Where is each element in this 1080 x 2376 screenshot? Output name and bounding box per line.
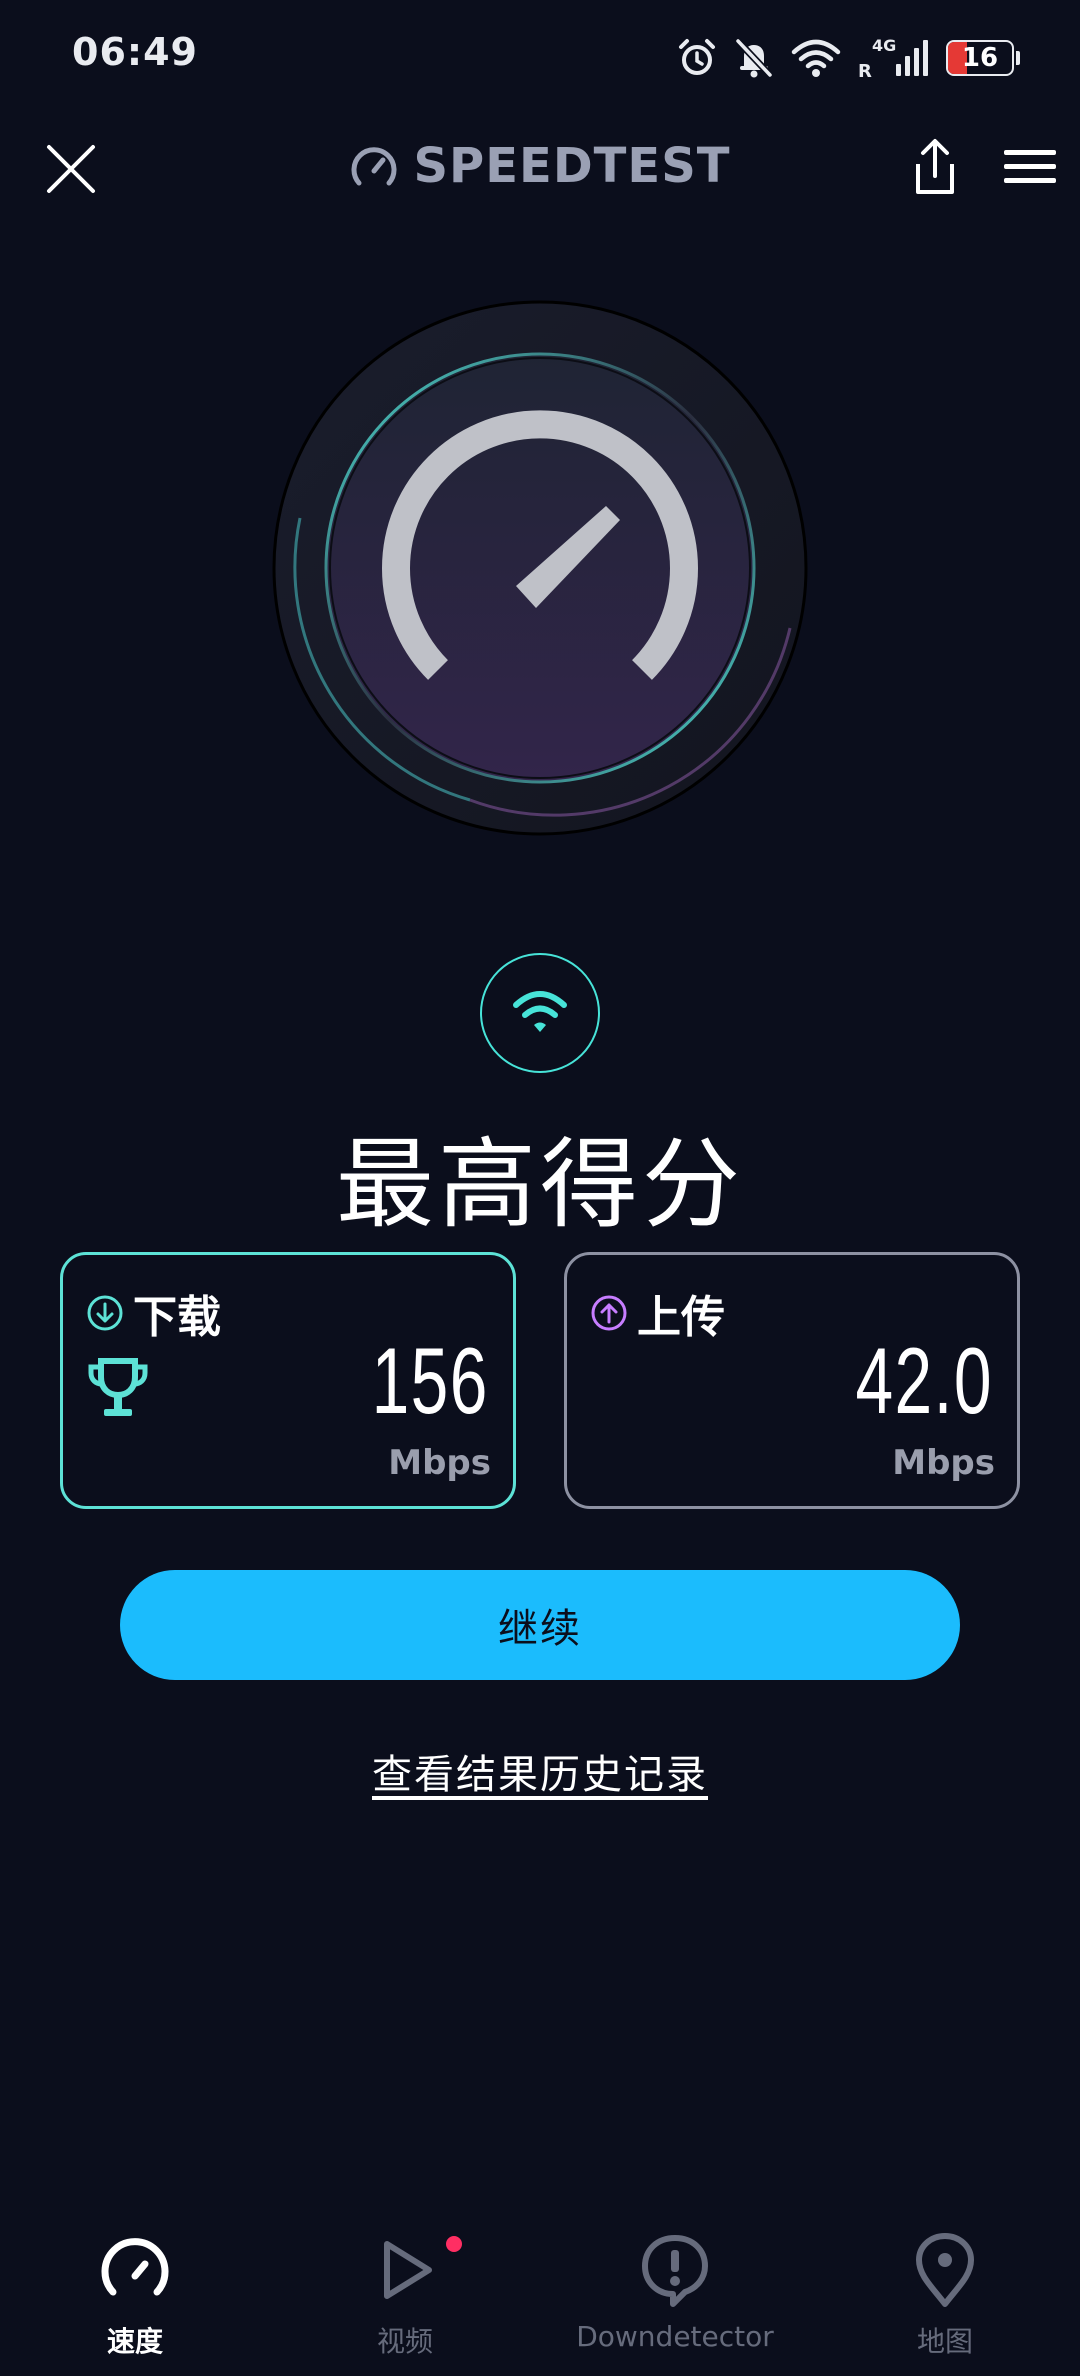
menu-button[interactable] xyxy=(1000,142,1060,192)
download-card: 下载 156 Mbps xyxy=(60,1252,516,1509)
connection-type-badge xyxy=(480,953,600,1073)
map-pin-icon xyxy=(916,2233,974,2307)
share-icon xyxy=(916,139,954,194)
trophy-icon xyxy=(88,1358,148,1416)
download-label: 下载 xyxy=(133,1292,221,1343)
upload-card: 上传 42.0 Mbps xyxy=(564,1252,1020,1509)
speedometer-icon xyxy=(351,147,397,186)
nav-label-map: 地图 xyxy=(916,2325,973,2358)
share-button[interactable] xyxy=(904,136,966,198)
speedtest-result-screen: 06:49 4G R 16 SPEEDTEST 最高得分 下载 156 Mbps… xyxy=(0,0,1080,2376)
nav-item-map[interactable]: 地图 xyxy=(810,2220,1080,2376)
arrow-up-circle-icon xyxy=(591,1295,627,1331)
status-icons: 4G R 16 xyxy=(676,34,1020,82)
nav-label-downdetector: Downdetector xyxy=(576,2320,774,2353)
status-bar: 06:49 4G R 16 xyxy=(0,0,1080,118)
notification-dot xyxy=(446,2236,462,2252)
download-header: 下载 xyxy=(85,1281,221,1345)
brand-name: SPEEDTEST xyxy=(413,138,731,194)
roaming-label: R xyxy=(858,61,872,82)
nav-item-speed[interactable]: 速度 xyxy=(0,2220,270,2376)
nav-item-video[interactable]: 视频 xyxy=(270,2220,540,2376)
play-icon xyxy=(384,2241,432,2299)
result-title: 最高得分 xyxy=(335,1128,744,1242)
wifi-icon xyxy=(791,39,841,77)
upload-unit: Mbps xyxy=(892,1443,995,1483)
upload-label: 上传 xyxy=(637,1292,725,1343)
battery-level: 16 xyxy=(961,43,999,73)
network-type-label: 4G xyxy=(872,36,897,55)
nav-label-speed: 速度 xyxy=(106,2325,163,2358)
cell-signal-icon xyxy=(896,40,928,76)
status-time: 06:49 xyxy=(72,30,198,74)
upload-header: 上传 xyxy=(589,1281,725,1345)
nav-label-video: 视频 xyxy=(376,2325,433,2358)
arrow-down-circle-icon xyxy=(87,1295,123,1331)
battery-indicator: 16 xyxy=(946,40,1020,76)
download-unit: Mbps xyxy=(388,1443,491,1483)
wifi-icon xyxy=(513,991,567,1032)
menu-icon xyxy=(1004,150,1056,183)
upload-value: 42.0 xyxy=(855,1328,993,1433)
alarm-icon xyxy=(679,39,715,75)
speed-gauge xyxy=(270,298,810,838)
battery-cap xyxy=(1016,51,1020,65)
nav-item-downdetector[interactable]: Downdetector xyxy=(540,2220,810,2376)
continue-button[interactable]: 继续 xyxy=(120,1570,960,1680)
battery-icon: 16 xyxy=(946,40,1014,76)
speedometer-icon xyxy=(101,2238,169,2296)
app-header: SPEEDTEST xyxy=(0,118,1080,218)
bottom-nav: 速度 视频 Downdetector 地图 xyxy=(0,2220,1080,2376)
results-history-link[interactable]: 查看结果历史记录 xyxy=(0,1742,1080,1800)
network-type-indicator: 4G R xyxy=(858,34,897,82)
gauge-graphic xyxy=(272,300,808,836)
alert-bubble-icon xyxy=(642,2235,708,2307)
download-value: 156 xyxy=(371,1328,489,1433)
bell-muted-icon xyxy=(735,38,773,78)
